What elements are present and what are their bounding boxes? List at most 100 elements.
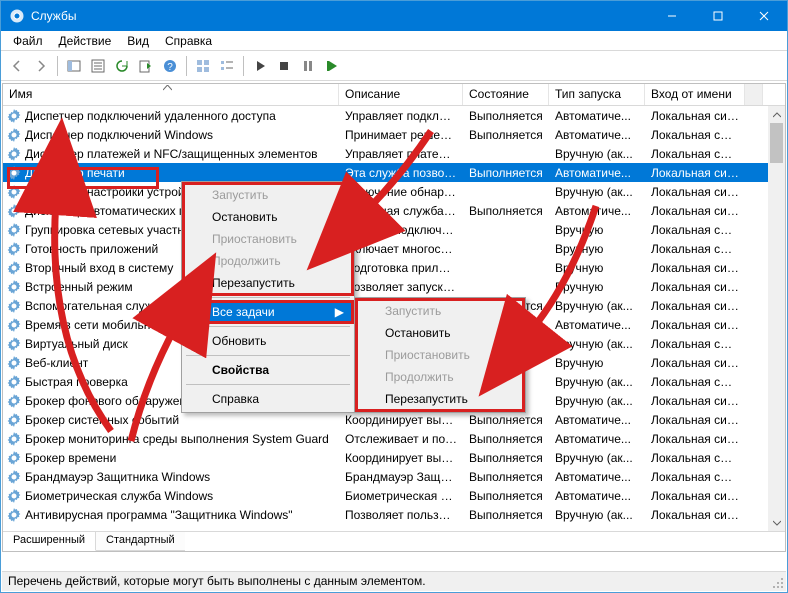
service-logon: Локальная сис... (645, 489, 745, 503)
menu-action[interactable]: Действие (51, 32, 120, 50)
ctx-properties[interactable]: Свойства (184, 359, 352, 381)
service-name: Веб-клиент (25, 356, 88, 370)
service-logon: Локальная слу... (645, 375, 745, 389)
service-row[interactable]: Брандмауэр Защитника Windows Брандмауэр З… (3, 467, 785, 486)
ctx-restart[interactable]: Перезапустить (184, 272, 352, 294)
service-name: Брандмауэр Защитника Windows (25, 470, 210, 484)
tab-extended[interactable]: Расширенный (3, 532, 96, 551)
service-name: Диспетчер подключений удаленного доступа (25, 109, 276, 123)
col-logon[interactable]: Вход от имени (645, 84, 745, 105)
service-row[interactable]: Брокер времениКоординирует выпол...Выпол… (3, 448, 785, 467)
menubar: Файл Действие Вид Справка (1, 31, 787, 51)
service-startup: Вручную (ак... (549, 185, 645, 199)
sub-restart[interactable]: Перезапустить (357, 388, 523, 410)
gear-icon (6, 146, 22, 162)
scroll-thumb[interactable] (770, 123, 783, 163)
service-row[interactable]: Диспетчер подключений WindowsПринимает р… (3, 125, 785, 144)
maximize-button[interactable] (695, 1, 741, 31)
gear-icon (6, 165, 22, 181)
status-text: Перечень действий, которые могут быть вы… (8, 574, 426, 588)
gear-icon (6, 241, 22, 257)
refresh-button[interactable] (110, 54, 134, 78)
service-name: Антивирусная программа "Защитника Window… (25, 508, 293, 522)
resize-grip-icon[interactable] (772, 577, 784, 589)
service-state: Выполняется (463, 413, 549, 427)
menu-file[interactable]: Файл (5, 32, 51, 50)
scroll-down-button[interactable] (768, 514, 785, 531)
service-desc: Эта служба позволяет... (339, 166, 463, 180)
service-row[interactable]: Вторичный вход в системуПодготовка прило… (3, 258, 785, 277)
service-desc: Отслеживает и подтве... (339, 432, 463, 446)
start-service-button[interactable] (248, 54, 272, 78)
help-button[interactable]: ? (158, 54, 182, 78)
service-name: Диспетчер платежей и NFC/защищенных элем… (25, 147, 318, 161)
view-large-button[interactable] (191, 54, 215, 78)
service-startup: Автоматиче... (549, 109, 645, 123)
service-startup: Автоматиче... (549, 204, 645, 218)
ctx-stop[interactable]: Остановить (184, 206, 352, 228)
vertical-scrollbar[interactable] (768, 106, 785, 531)
service-name: Биометрическая служба Windows (25, 489, 213, 503)
col-startup[interactable]: Тип запуска (549, 84, 645, 105)
service-logon: Локальная сис... (645, 508, 745, 522)
menu-help[interactable]: Справка (157, 32, 220, 50)
title-text: Службы (31, 9, 649, 23)
service-row[interactable]: Группировка сетевых участниковСоздает по… (3, 220, 785, 239)
service-state: Выполняется (463, 204, 549, 218)
service-desc: Брандмауэр Защитни... (339, 470, 463, 484)
service-logon: Локальная слу... (645, 337, 745, 351)
service-startup: Вручную (ак... (549, 394, 645, 408)
menu-view[interactable]: Вид (119, 32, 157, 50)
service-state: Выполняется (463, 470, 549, 484)
gear-icon (6, 507, 22, 523)
service-desc: Координирует выпол... (339, 451, 463, 465)
col-description[interactable]: Описание (339, 84, 463, 105)
pause-service-button[interactable] (296, 54, 320, 78)
col-state[interactable]: Состояние (463, 84, 549, 105)
scroll-up-button[interactable] (768, 106, 785, 123)
service-row[interactable]: Встроенный режимПозволяет запускать...Вр… (3, 277, 785, 296)
col-name[interactable]: Имя (3, 84, 339, 105)
close-button[interactable] (741, 1, 787, 31)
service-logon: Локальная сис... (645, 432, 745, 446)
tab-standard[interactable]: Стандартный (96, 532, 185, 551)
service-row[interactable]: Диспетчер платежей и NFC/защищенных элем… (3, 144, 785, 163)
column-headers: Имя Описание Состояние Тип запуска Вход … (3, 84, 785, 106)
minimize-button[interactable] (649, 1, 695, 31)
view-details-button[interactable] (215, 54, 239, 78)
sub-stop[interactable]: Остановить (357, 322, 523, 344)
gear-icon (6, 279, 22, 295)
service-name: Встроенный режим (25, 280, 133, 294)
export-button[interactable] (134, 54, 158, 78)
service-row[interactable]: Диспетчер подключений удаленного доступа… (3, 106, 785, 125)
view-tabs: Расширенный Стандартный (3, 531, 785, 551)
service-logon: Локальная слу... (645, 451, 745, 465)
service-row[interactable]: Брокер мониторинга среды выполнения Syst… (3, 429, 785, 448)
service-row[interactable]: Готовность приложенийВключает многостор.… (3, 239, 785, 258)
service-row[interactable]: Диспетчер автоматических подключенийОсно… (3, 201, 785, 220)
service-logon: Локальная сис... (645, 299, 745, 313)
app-icon (9, 8, 25, 24)
service-startup: Вручную (ак... (549, 508, 645, 522)
gear-icon (6, 450, 22, 466)
ctx-refresh[interactable]: Обновить (184, 330, 352, 352)
service-row[interactable]: Биометрическая служба WindowsБиометричес… (3, 486, 785, 505)
properties-button[interactable] (86, 54, 110, 78)
service-state: Выполняется (463, 128, 549, 142)
forward-button[interactable] (29, 54, 53, 78)
service-startup: Вручную (549, 356, 645, 370)
service-row[interactable]: Диспетчер печатиЭта служба позволяет...В… (3, 163, 785, 182)
back-button[interactable] (5, 54, 29, 78)
ctx-all-tasks[interactable]: Все задачи ▶ (184, 301, 352, 323)
show-hide-button[interactable] (62, 54, 86, 78)
service-name: Вторичный вход в систему (25, 261, 173, 275)
service-row[interactable]: Антивирусная программа "Защитника Window… (3, 505, 785, 524)
service-logon: Локальная слу... (645, 223, 745, 237)
service-logon: Локальная сис... (645, 185, 745, 199)
stop-service-button[interactable] (272, 54, 296, 78)
ctx-help[interactable]: Справка (184, 388, 352, 410)
restart-service-button[interactable] (320, 54, 344, 78)
gear-icon (6, 469, 22, 485)
service-row[interactable]: Диспетчер настройки устройствВключение о… (3, 182, 785, 201)
service-name: Виртуальный диск (25, 337, 128, 351)
